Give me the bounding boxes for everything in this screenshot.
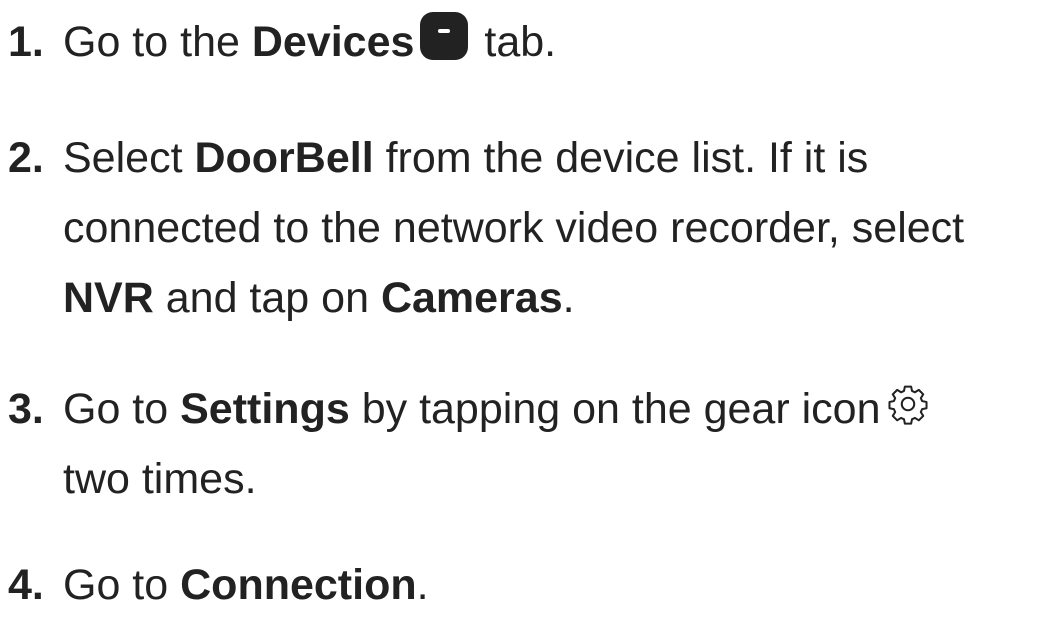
doorbell-label: DoorBell [194,134,374,182]
step-3: 3. Go to Settings by tapping on the gear … [8,374,1038,514]
devices-label: Devices [251,18,415,66]
step-number: 2. [8,134,44,182]
cameras-label: Cameras [380,274,563,322]
settings-label: Settings [180,385,350,433]
step-text: Go to the [63,18,252,66]
step-text: tab. [472,18,557,66]
step-number: 3. [8,385,44,433]
step-line: NVR and tap on Cameras. [8,263,1038,333]
step-text: . [416,561,429,609]
step-text: Go to [63,385,181,433]
step-text: Go to [63,561,181,609]
gear-icon [888,385,929,425]
step-text: by tapping on the gear icon [349,385,881,433]
step-number: 4. [8,561,44,609]
step-line: connected to the network video recorder,… [63,204,965,252]
step-4: 4. Go to Connection. [8,550,1038,620]
connection-label: Connection [180,561,417,609]
step-text: Select [63,134,195,182]
step-line: two times. [63,455,257,503]
step-text: from the device list. If it is [373,134,869,182]
step-line: Go to Settings by tapping on the gear ic… [63,385,930,433]
step-text: . [562,274,575,322]
devices-tab-icon [420,12,469,60]
step-2: 2. Select DoorBell from the device list. … [8,123,1038,333]
step-1: 1. Go to the Devices tab. [8,7,1038,77]
instruction-steps: 1. Go to the Devices tab. 2. Select DoorBe… [0,0,1039,609]
nvr-label: NVR [63,274,154,322]
step-line: Select DoorBell from the device list. If… [63,134,868,182]
step-text: and tap on [153,274,381,322]
step-number: 1. [8,18,44,66]
